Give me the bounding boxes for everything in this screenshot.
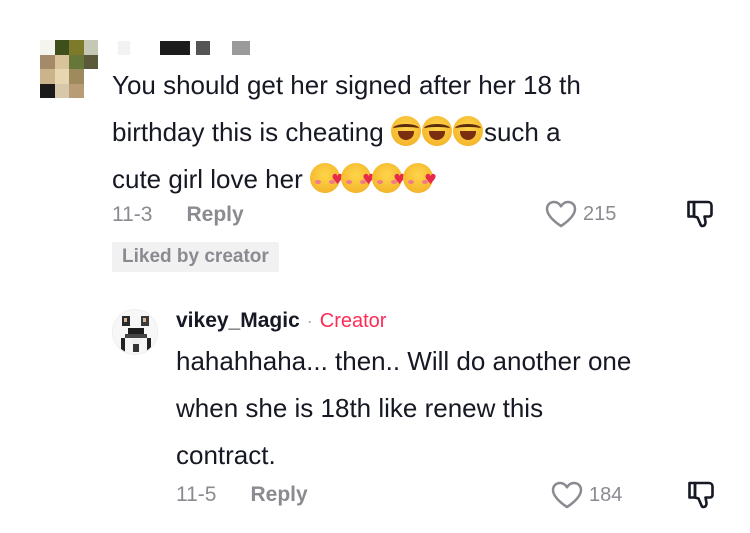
creator-label: Creator bbox=[319, 309, 387, 332]
commenter-avatar[interactable] bbox=[40, 40, 98, 98]
comment-line-1: You should get her signed after her 18 t… bbox=[112, 70, 581, 100]
comment-meta: 11-3 Reply bbox=[112, 203, 244, 227]
heart-outline-icon bbox=[551, 481, 583, 509]
reply-line-1: hahahhaha... then.. Will do another one bbox=[176, 346, 632, 376]
heart-outline-icon bbox=[545, 200, 577, 228]
reply-body: hahahhaha... then.. Will do another one … bbox=[176, 338, 736, 479]
reply-line-2: when she is 18th like renew this bbox=[176, 393, 544, 423]
comment-body: You should get her signed after her 18 t… bbox=[112, 62, 712, 204]
reply-reply-button[interactable]: Reply bbox=[250, 483, 307, 507]
face-with-tears-of-joy-icon bbox=[390, 116, 421, 146]
creator-avatar-image bbox=[113, 310, 157, 354]
commenter-username-redacted[interactable] bbox=[118, 41, 250, 55]
reply-meta: 11-5 Reply bbox=[176, 483, 308, 507]
smiling-face-with-hearts-icon bbox=[371, 157, 406, 204]
dislike-icon[interactable] bbox=[686, 199, 714, 229]
comment-like-count: 215 bbox=[583, 202, 617, 225]
comment-like-button[interactable]: 215 bbox=[545, 200, 616, 228]
reply-date: 11-5 bbox=[176, 483, 217, 506]
reply-line-3: contract. bbox=[176, 440, 276, 470]
reply-like-count: 184 bbox=[589, 483, 623, 506]
liked-by-creator-badge: Liked by creator bbox=[112, 242, 279, 272]
creator-username[interactable]: vikey_Magic bbox=[176, 309, 300, 333]
face-with-tears-of-joy-icon bbox=[452, 116, 483, 146]
creator-avatar[interactable] bbox=[112, 309, 158, 355]
reply-button[interactable]: Reply bbox=[186, 203, 243, 227]
reply-like-button[interactable]: 184 bbox=[551, 481, 622, 509]
dislike-icon[interactable] bbox=[687, 480, 715, 510]
smiling-face-with-hearts-icon bbox=[340, 157, 375, 204]
face-with-tears-of-joy-icon bbox=[421, 116, 452, 146]
comment-line-2: birthday this is cheating such a bbox=[112, 116, 561, 147]
comment-date: 11-3 bbox=[112, 203, 153, 226]
comment-line-3: cute girl love her bbox=[112, 156, 712, 204]
smiling-face-with-hearts-icon bbox=[309, 157, 344, 204]
reply-header: vikey_Magic · Creator bbox=[176, 309, 386, 333]
smiling-face-with-hearts-icon bbox=[402, 157, 437, 204]
separator-dot: · bbox=[306, 310, 313, 331]
